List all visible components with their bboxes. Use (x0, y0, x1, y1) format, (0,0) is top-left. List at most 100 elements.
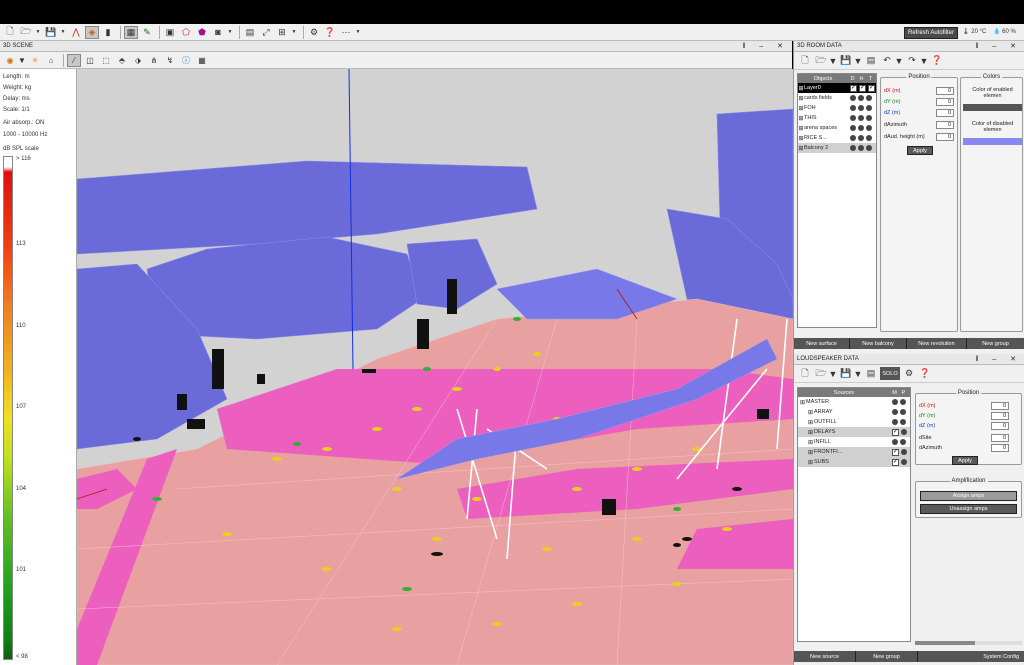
refresh-autofilter-button[interactable]: Refresh Autofilter (904, 27, 958, 39)
d-dot[interactable] (850, 105, 856, 111)
chevron-down-icon[interactable]: ▼ (920, 54, 929, 67)
save-icon[interactable]: 💾 (839, 54, 853, 67)
t-dot[interactable] (866, 145, 872, 151)
view-select-icon[interactable]: ⬚ (99, 54, 113, 67)
object-row[interactable]: ⊞ Balcony 2 (798, 143, 876, 153)
chevron-down-icon[interactable]: ▼ (291, 26, 297, 39)
object-row[interactable]: ⊞ Layer0 ✓ ✓ ✓ (798, 83, 876, 93)
dy-input[interactable]: 0 (936, 98, 954, 106)
source-row[interactable]: ⊞ MASTER (798, 397, 910, 407)
gear-icon[interactable]: ⚙ (902, 367, 916, 380)
d-check[interactable]: ✓ (850, 84, 857, 92)
3d-viewport[interactable] (77, 69, 793, 665)
p-dot[interactable] (900, 439, 906, 445)
grid-view-icon[interactable]: ▦ (195, 54, 209, 67)
horizontal-scrollbar[interactable] (915, 641, 1022, 645)
camera-icon[interactable]: ◙ (211, 26, 225, 39)
t-dot[interactable] (866, 105, 872, 111)
info-icon[interactable]: ⓘ (179, 54, 193, 67)
open-folder-icon[interactable]: 🗁 (19, 26, 33, 39)
help-icon[interactable]: ❓ (323, 26, 337, 39)
t-check[interactable]: ✓ (868, 84, 875, 92)
source-row[interactable]: ⊞ INFILL (798, 437, 910, 447)
dz-input[interactable]: 0 (936, 109, 954, 117)
new-revolution-button[interactable]: New revolution (907, 338, 967, 349)
t-dot[interactable] (866, 135, 872, 141)
h-dot[interactable] (858, 105, 864, 111)
dsite-input[interactable]: 0 (991, 434, 1009, 442)
p-dot[interactable] (900, 399, 906, 405)
chevron-down-icon[interactable]: ▼ (355, 26, 361, 39)
chevron-down-icon[interactable]: ▼ (18, 54, 26, 67)
p-dot[interactable] (900, 419, 906, 425)
chevron-down-icon[interactable]: ▼ (35, 26, 41, 39)
chevron-down-icon[interactable]: ▼ (227, 26, 233, 39)
object-row[interactable]: ⊞ cards fields (798, 93, 876, 103)
layout-icon[interactable]: ⊞ (275, 26, 289, 39)
pencil-icon[interactable]: ✎ (140, 26, 154, 39)
m-dot[interactable] (892, 439, 898, 445)
m-check[interactable]: ✓ (892, 428, 899, 436)
view-line-icon[interactable]: ⁄ (67, 53, 81, 67)
source-row[interactable]: ⊞ OUTFILL (798, 417, 910, 427)
chevron-down-icon[interactable]: ▼ (895, 54, 904, 67)
room-apply-button[interactable]: Apply (907, 146, 933, 155)
polygon-icon[interactable]: ⬠ (179, 26, 193, 39)
d-dot[interactable] (850, 135, 856, 141)
h-dot[interactable] (858, 135, 864, 141)
gear-icon[interactable]: ⚙ (307, 26, 321, 39)
import-icon[interactable]: ▤ (864, 54, 878, 67)
p-dot[interactable] (901, 449, 907, 455)
more-icon[interactable]: ⋯ (339, 26, 353, 39)
source-row[interactable]: ⊞ ARRAY (798, 407, 910, 417)
help-icon[interactable]: ❓ (930, 54, 944, 67)
enabled-color-swatch[interactable] (963, 104, 1022, 111)
assign-amps-button[interactable]: Assign amps (920, 491, 1017, 501)
import-icon[interactable]: ▤ (864, 367, 878, 380)
dy-input[interactable]: 0 (991, 412, 1009, 420)
shape-icon[interactable]: ⬟ (195, 26, 209, 39)
chevron-down-icon[interactable]: ▼ (854, 367, 863, 380)
sun-icon[interactable]: ☀ (28, 54, 42, 67)
system-config-button[interactable]: System Config (918, 651, 1024, 662)
new-balcony-button[interactable]: New balcony (850, 338, 907, 349)
redo-icon[interactable]: ↷ (905, 54, 919, 67)
dz-input[interactable]: 0 (991, 422, 1009, 430)
window-controls[interactable]: ‖ ‒ ✕ (742, 41, 789, 52)
source-row[interactable]: ⊞ SUBS ✓ (798, 457, 910, 467)
new-surface-button[interactable]: New surface (794, 338, 850, 349)
h-dot[interactable] (858, 125, 864, 131)
logo-icon[interactable]: ⋀ (69, 26, 83, 39)
m-dot[interactable] (892, 409, 898, 415)
speaker-apply-button[interactable]: Apply (952, 456, 978, 465)
h-dot[interactable] (858, 115, 864, 121)
window-controls[interactable]: ‖ ‒ ✕ (975, 354, 1022, 365)
d-dot[interactable] (850, 125, 856, 131)
layers-icon[interactable]: ▣ (163, 26, 177, 39)
undo-icon[interactable]: ↶ (880, 54, 894, 67)
open-folder-icon[interactable]: 🗁 (814, 367, 828, 380)
help-icon[interactable]: ❓ (918, 367, 932, 380)
new-source-button[interactable]: New source (794, 651, 856, 662)
m-check[interactable]: ✓ (892, 458, 899, 466)
p-dot[interactable] (901, 429, 907, 435)
solo-button[interactable]: SOLO (880, 367, 900, 380)
p-dot[interactable] (900, 409, 906, 415)
h-dot[interactable] (858, 145, 864, 151)
save-icon[interactable]: 💾 (839, 367, 853, 380)
m-dot[interactable] (892, 419, 898, 425)
object-row[interactable]: ⊞ arena spaces (798, 123, 876, 133)
d-dot[interactable] (850, 145, 856, 151)
object-row[interactable]: ⊞ THIS (798, 113, 876, 123)
disabled-color-swatch[interactable] (963, 138, 1022, 145)
home-icon[interactable]: ⌂ (44, 54, 58, 67)
source-row[interactable]: ⊞ DELAYS ✓ (798, 427, 910, 437)
h-dot[interactable] (858, 95, 864, 101)
new-file-icon[interactable]: 🗋 (798, 367, 812, 380)
dx-input[interactable]: 0 (936, 87, 954, 95)
open-folder-icon[interactable]: 🗁 (814, 54, 828, 67)
view-shape-icon[interactable]: ⬗ (131, 54, 145, 67)
view-tilt-icon[interactable]: ↯ (163, 54, 177, 67)
object-row[interactable]: ⊞ FOH (798, 103, 876, 113)
expand-icon[interactable]: ⤢ (259, 26, 273, 39)
